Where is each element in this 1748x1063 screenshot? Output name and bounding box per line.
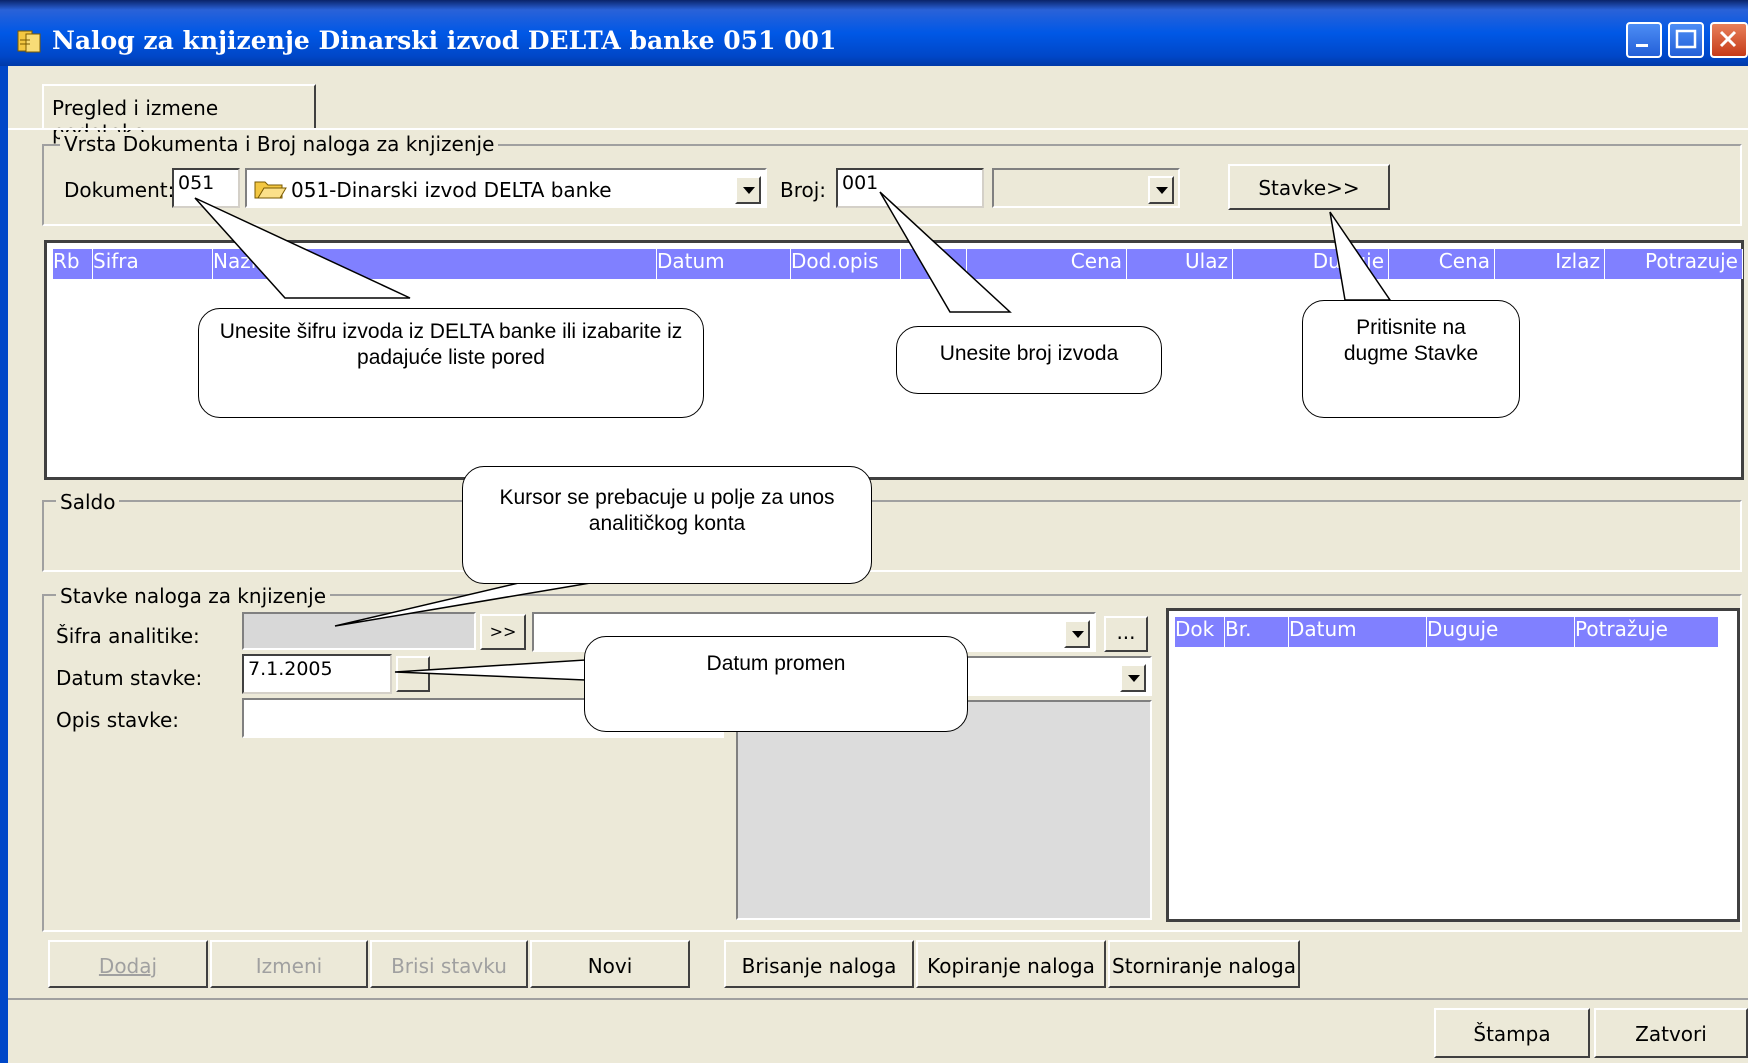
column-header[interactable]: Potrazuje bbox=[1605, 249, 1743, 279]
opis-label: Opis stavke: bbox=[56, 708, 180, 732]
column-header[interactable]: Naziv bbox=[213, 249, 657, 279]
izmeni-button[interactable]: Izmeni bbox=[210, 940, 368, 988]
column-header[interactable]: Dod.opis bbox=[791, 249, 901, 279]
storniranje-naloga-button[interactable]: Storniranje naloga bbox=[1108, 940, 1300, 988]
column-header[interactable]: Duguje bbox=[1233, 249, 1389, 279]
column-header[interactable]: Duguje bbox=[1427, 617, 1575, 647]
saldo-legend: Saldo bbox=[56, 490, 120, 514]
stavke-button[interactable]: Stavke>> bbox=[1228, 164, 1390, 210]
column-header[interactable]: Dok bbox=[1175, 617, 1225, 647]
dokument-dropdown-arrow[interactable] bbox=[735, 176, 761, 204]
sifra-analitike-input[interactable] bbox=[242, 612, 476, 650]
stampa-button[interactable]: Štampa bbox=[1434, 1008, 1590, 1058]
saldo-group bbox=[42, 500, 1742, 572]
side-grid[interactable]: Dok Br. Datum Duguje Potražuje bbox=[1166, 608, 1740, 922]
column-header[interactable]: Ulaz bbox=[1127, 249, 1233, 279]
callout-stavke: Pritisnite na dugme Stavke bbox=[1302, 300, 1520, 418]
column-header[interactable]: Br. bbox=[1225, 617, 1289, 647]
brisanje-naloga-button[interactable]: Brisanje naloga bbox=[724, 940, 914, 988]
datum-input[interactable]: 7.1.2005 bbox=[242, 654, 392, 694]
callout-kursor: Kursor se prebacuje u polje za unos anal… bbox=[462, 466, 872, 584]
memo-area[interactable] bbox=[736, 700, 1152, 920]
second-dropdown-arrow[interactable] bbox=[1120, 664, 1146, 692]
column-header[interactable]: Sifra bbox=[93, 249, 213, 279]
close-button[interactable] bbox=[1710, 22, 1748, 58]
brisi-stavku-button[interactable]: Brisi stavku bbox=[370, 940, 528, 988]
bottom-divider bbox=[8, 998, 1748, 1000]
datum-label: Datum stavke: bbox=[56, 666, 203, 690]
column-header[interactable]: Datum bbox=[657, 249, 791, 279]
window-title: Nalog za knjizenje Dinarski izvod DELTA … bbox=[52, 26, 837, 55]
column-header[interactable]: Rb bbox=[53, 249, 93, 279]
analitika-dropdown-arrow[interactable] bbox=[1064, 620, 1090, 648]
broj-input[interactable]: 001 bbox=[836, 168, 984, 208]
dokument-combo-text: 051-Dinarski izvod DELTA banke bbox=[291, 178, 612, 202]
callout-broj: Unesite broj izvoda bbox=[896, 326, 1162, 394]
dokument-combo[interactable]: 051-Dinarski izvod DELTA banke bbox=[245, 168, 767, 208]
ellipsis-button[interactable]: ... bbox=[1104, 616, 1148, 652]
close-icon bbox=[1719, 30, 1737, 48]
maximize-button[interactable] bbox=[1668, 22, 1704, 58]
main-grid-header: Rb Sifra Naziv Datum Dod.opis Cena Ulaz … bbox=[53, 249, 1743, 279]
dodaj-button[interactable]: Dodaj bbox=[48, 940, 208, 988]
broj-label: Broj: bbox=[780, 178, 827, 202]
browse-button[interactable]: >> bbox=[480, 614, 526, 650]
window: Nalog za knjizenje Dinarski izvod DELTA … bbox=[0, 0, 1748, 1063]
window-border bbox=[0, 66, 8, 1063]
calendar-button[interactable] bbox=[396, 656, 430, 692]
tab-pregled[interactable]: Pregled i izmene podataka bbox=[42, 84, 316, 144]
broj-dropdown-arrow[interactable] bbox=[1148, 176, 1174, 204]
callout-datum: Datum promen bbox=[584, 636, 968, 732]
column-header[interactable]: Izlaz bbox=[1495, 249, 1605, 279]
kopiranje-naloga-button[interactable]: Kopiranje naloga bbox=[916, 940, 1106, 988]
app-icon bbox=[16, 28, 44, 54]
column-header[interactable]: Cena bbox=[1389, 249, 1495, 279]
zatvori-button[interactable]: Zatvori bbox=[1594, 1008, 1748, 1058]
column-header[interactable]: Potražuje bbox=[1575, 617, 1719, 647]
column-header[interactable]: Datum bbox=[1289, 617, 1427, 647]
tab-line bbox=[8, 128, 1748, 130]
sifra-label: Šifra analitike: bbox=[56, 624, 200, 648]
title-bar[interactable]: Nalog za knjizenje Dinarski izvod DELTA … bbox=[0, 0, 1748, 66]
dokument-code-input[interactable]: 051 bbox=[172, 168, 240, 208]
side-grid-header: Dok Br. Datum Duguje Potražuje bbox=[1175, 617, 1719, 647]
broj-combo[interactable] bbox=[992, 168, 1180, 208]
dokument-label: Dokument: bbox=[64, 178, 175, 202]
column-header[interactable]: Cena bbox=[967, 249, 1127, 279]
stavke-legend: Stavke naloga za knjizenje bbox=[56, 584, 331, 608]
document-group-legend: Vrsta Dokumenta i Broj naloga za knjizen… bbox=[60, 132, 499, 156]
novi-button[interactable]: Novi bbox=[530, 940, 690, 988]
column-header[interactable] bbox=[901, 249, 967, 279]
minimize-button[interactable] bbox=[1626, 22, 1662, 58]
callout-sifra: Unesite šifru izvoda iz DELTA banke ili … bbox=[198, 308, 704, 418]
open-folder-icon bbox=[253, 176, 287, 205]
